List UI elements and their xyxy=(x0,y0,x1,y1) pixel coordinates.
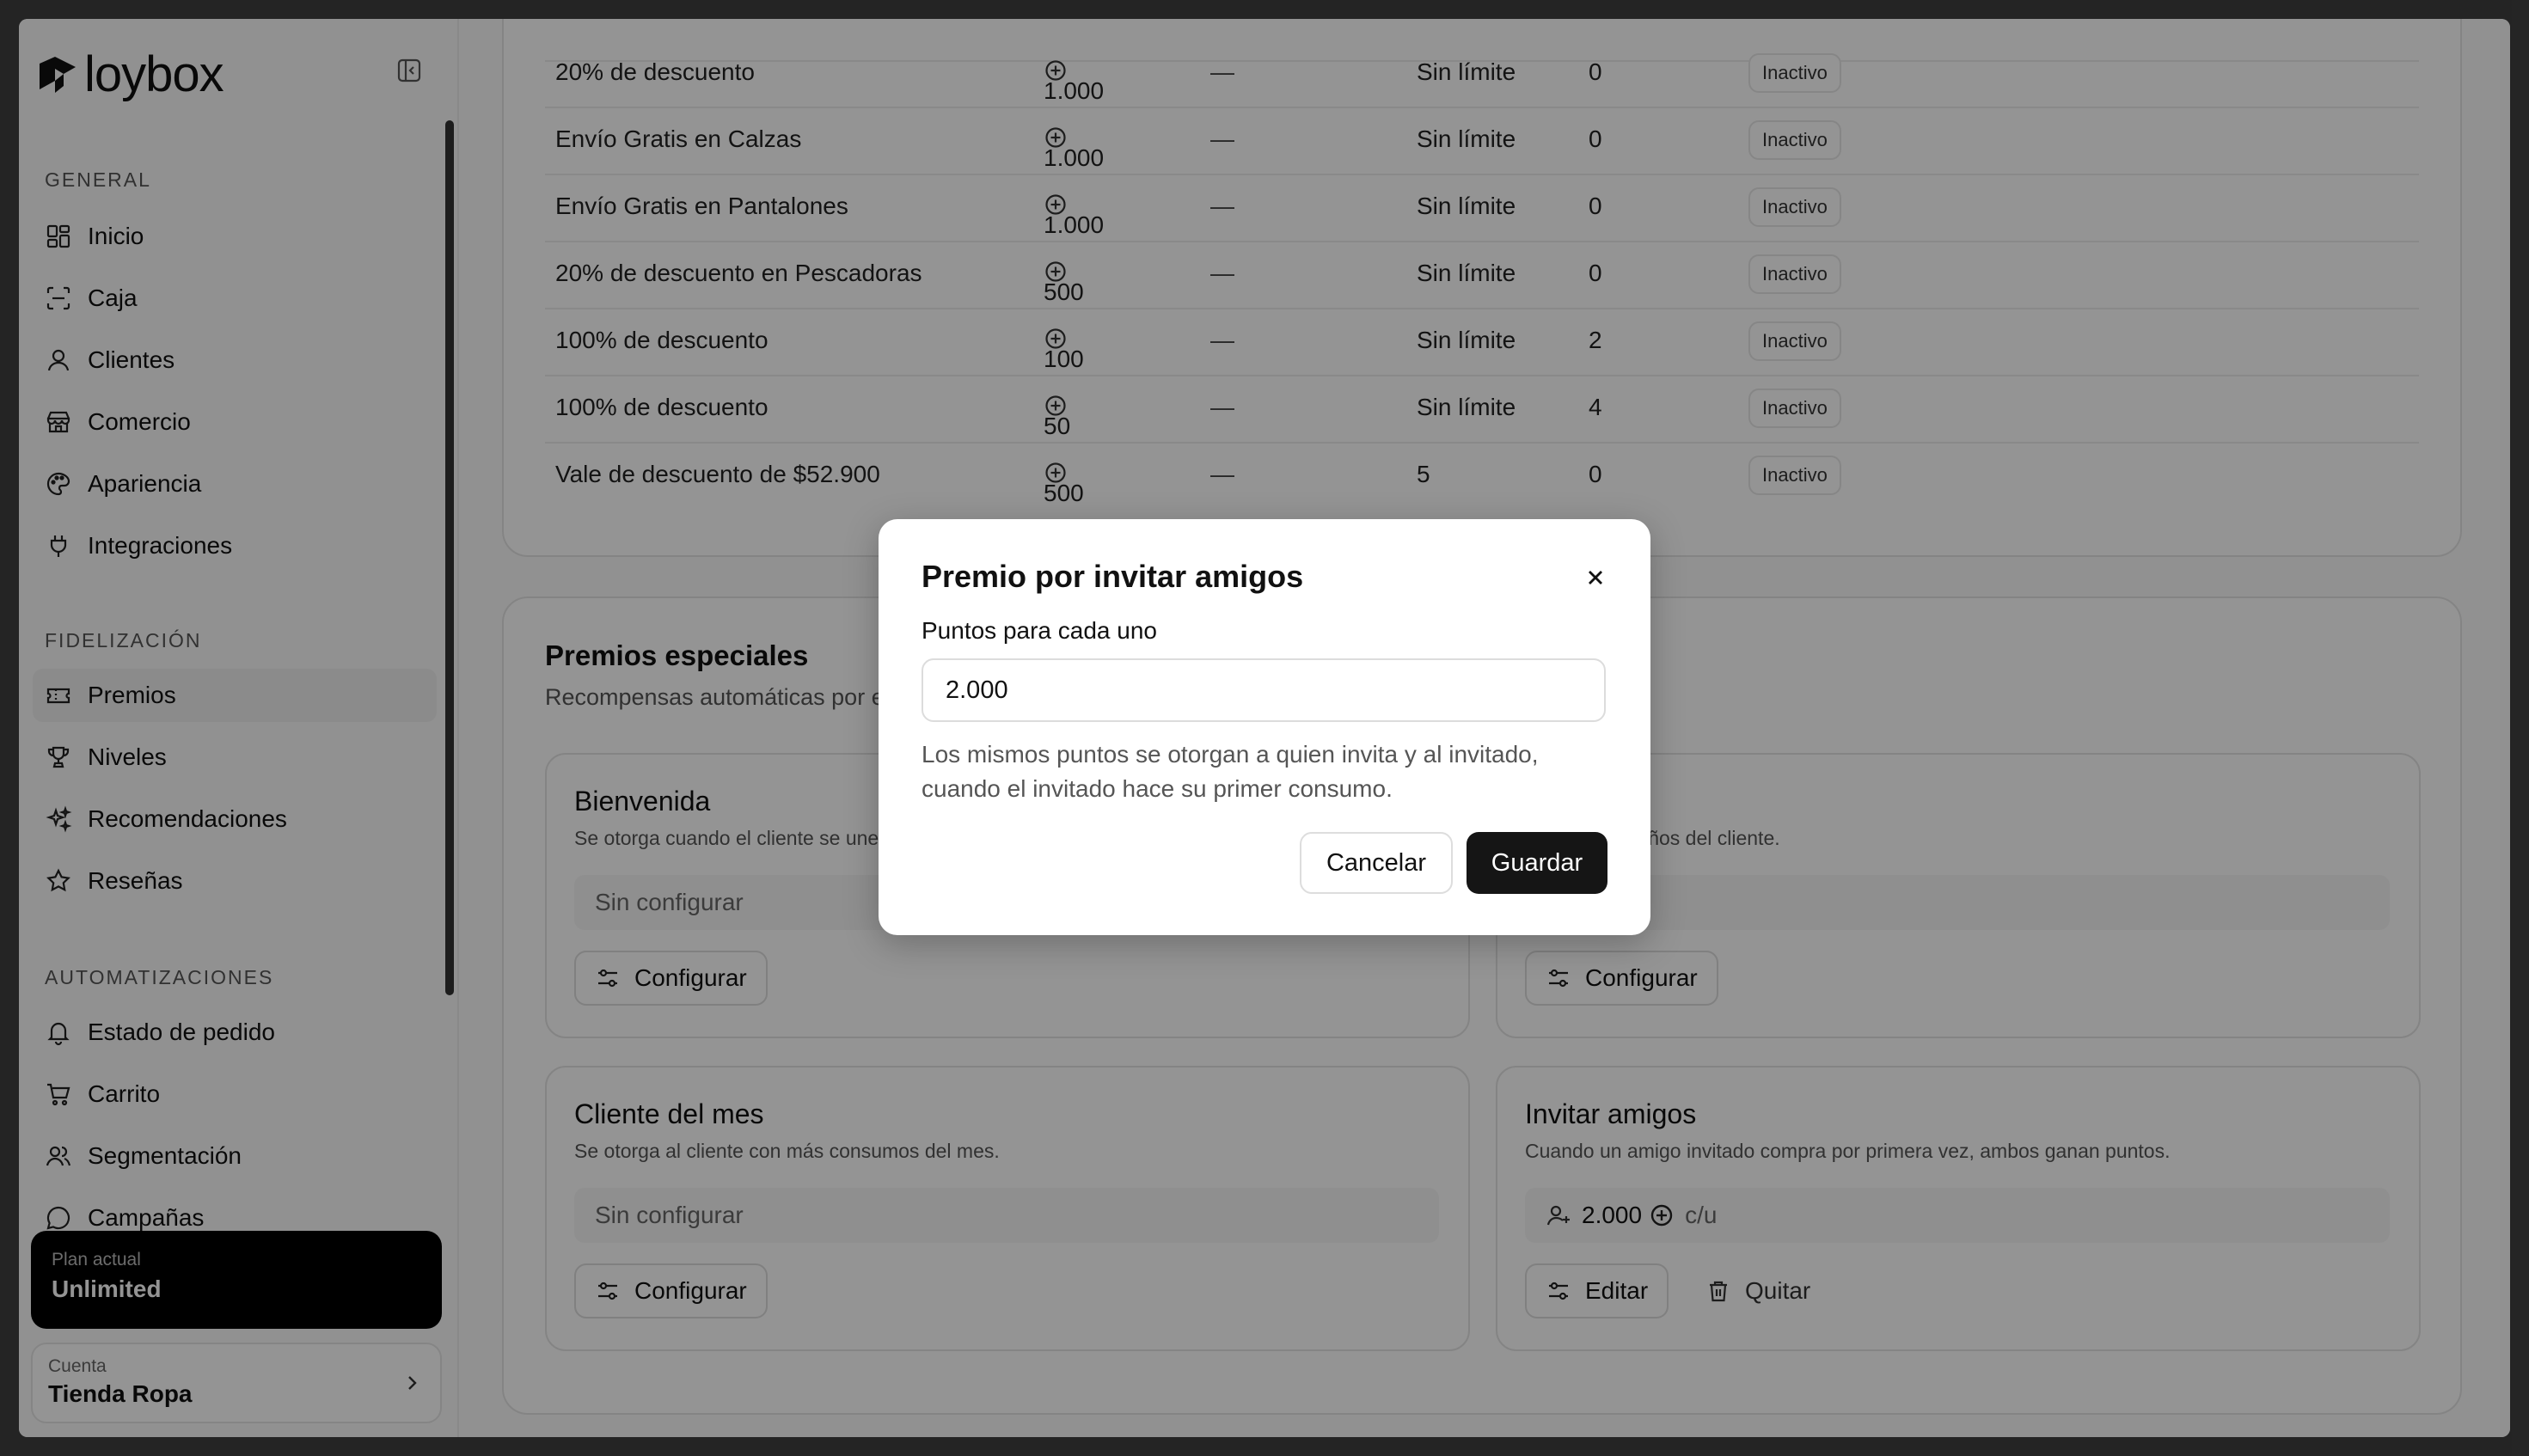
dialog-title: Premio por invitar amigos xyxy=(922,559,1304,594)
invite-friends-reward-dialog: Premio por invitar amigos Puntos para ca… xyxy=(879,519,1650,935)
save-button[interactable]: Guardar xyxy=(1467,832,1607,894)
cancel-button[interactable]: Cancelar xyxy=(1300,832,1453,894)
points-field-label: Puntos para cada uno xyxy=(922,617,1157,644)
points-input[interactable] xyxy=(922,658,1606,722)
help-text: Los mismos puntos se otorgan a quien inv… xyxy=(922,741,1539,802)
close-icon[interactable] xyxy=(1580,562,1611,593)
